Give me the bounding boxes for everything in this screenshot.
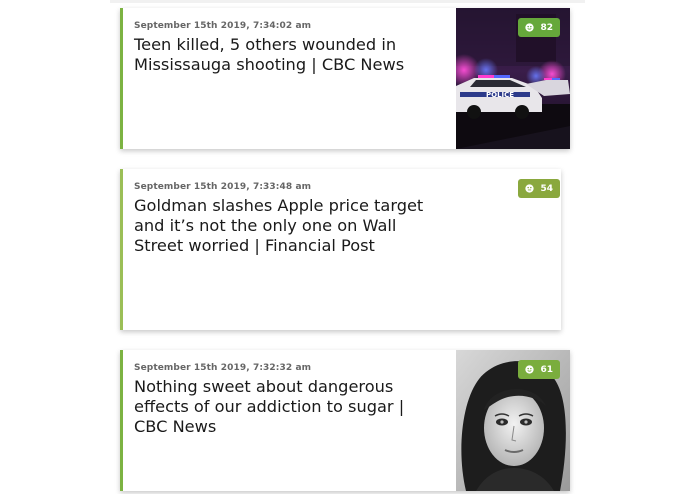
sentiment-score: 82 [540, 22, 553, 33]
sentiment-score: 61 [540, 364, 553, 375]
article-timestamp: September 15th 2019, 7:33:48 am [134, 182, 312, 192]
top-divider [110, 0, 585, 3]
news-card[interactable]: September 15th 2019, 7:32:32 am Nothing … [120, 350, 570, 491]
sentiment-badge: 82 [518, 18, 560, 37]
neutral-face-icon [525, 184, 535, 193]
article-headline[interactable]: Nothing sweet about dangerous effects of… [134, 377, 434, 437]
sentiment-badge: 54 [518, 179, 560, 198]
smiley-face-icon [525, 23, 535, 32]
article-headline[interactable]: Goldman slashes Apple price target and i… [134, 196, 434, 256]
news-card[interactable]: September 15th 2019, 7:33:48 am Goldman … [120, 169, 561, 330]
svg-text:POLICE: POLICE [486, 91, 514, 99]
smiley-face-icon [525, 365, 535, 374]
news-feed: September 15th 2019, 7:34:02 am Teen kil… [0, 0, 695, 494]
sentiment-score: 54 [540, 183, 553, 194]
article-timestamp: September 15th 2019, 7:32:32 am [134, 363, 312, 373]
sentiment-badge: 61 [518, 360, 560, 379]
article-headline[interactable]: Teen killed, 5 others wounded in Mississ… [134, 35, 434, 75]
article-timestamp: September 15th 2019, 7:34:02 am [134, 21, 312, 31]
news-card[interactable]: September 15th 2019, 7:34:02 am Teen kil… [120, 8, 570, 149]
